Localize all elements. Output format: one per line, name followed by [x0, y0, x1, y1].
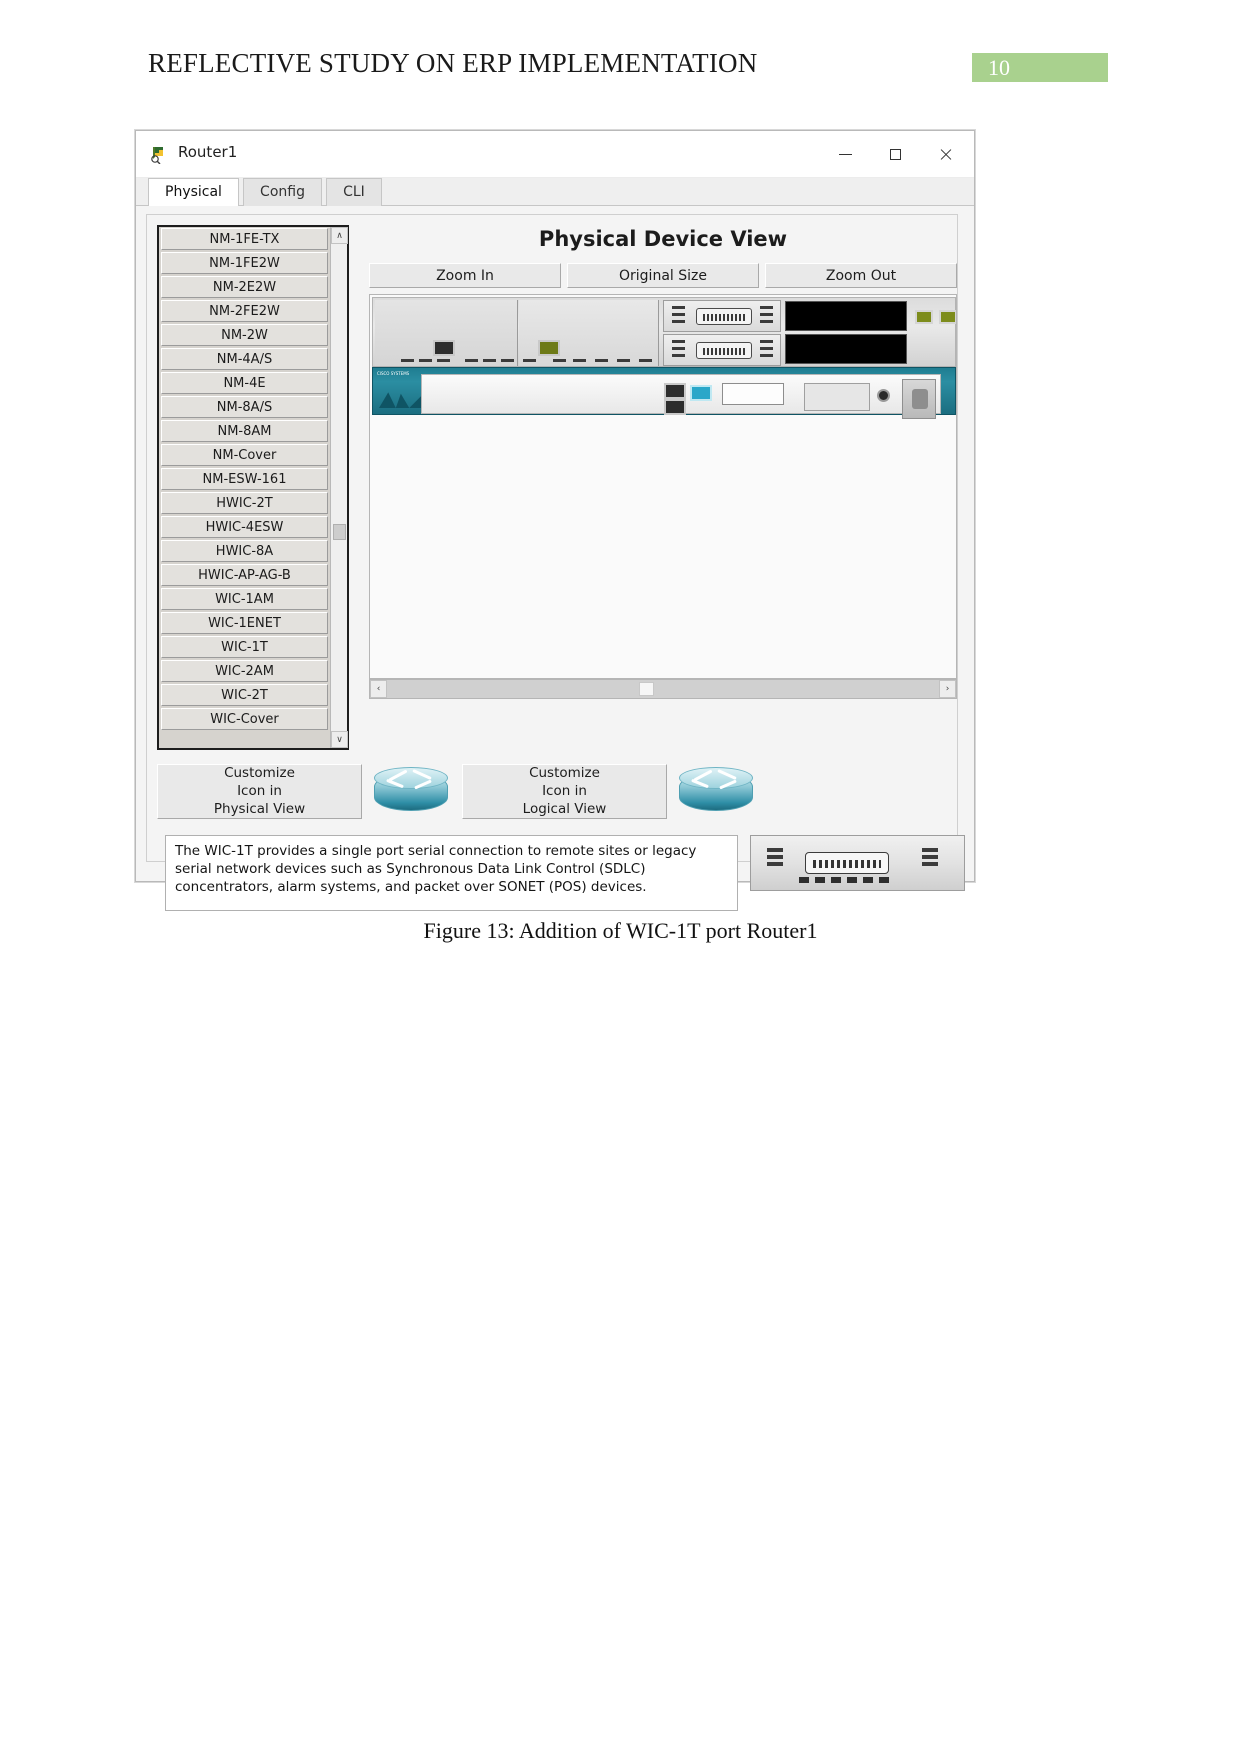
customize-icon-row: Customize Icon in Physical View Customiz… [157, 762, 949, 820]
window-title: Router1 [178, 143, 238, 161]
wic-module-slot-upper [663, 300, 781, 332]
module-item[interactable]: NM-2E2W [161, 276, 328, 298]
router-rear-chassis [372, 297, 956, 367]
module-item[interactable]: NM-2FE2W [161, 300, 328, 322]
module-item[interactable]: NM-2W [161, 324, 328, 346]
wic-module-slot-lower [663, 334, 781, 366]
router-front-face [421, 374, 941, 419]
router-icon-physical-preview[interactable] [372, 765, 452, 817]
customize-icon-physical-view-button[interactable]: Customize Icon in Physical View [157, 763, 362, 819]
module-item[interactable]: WIC-2T [161, 684, 328, 706]
router-front-panel: CISCO SYSTEMS [372, 367, 956, 419]
page-title: REFLECTIVE STUDY ON ERP IMPLEMENTATION [148, 48, 758, 78]
module-item[interactable]: HWIC-8A [161, 540, 328, 562]
cisco-logo-icon [379, 392, 421, 408]
router-device-icon [150, 144, 170, 165]
module-item[interactable]: NM-4E [161, 372, 328, 394]
customize-physical-line1: Customize [224, 764, 295, 781]
module-item[interactable]: NM-1FE-TX [161, 228, 328, 250]
ethernet-port-icon [538, 340, 560, 356]
router-slot-middle [519, 300, 659, 366]
rj45-port-icon [939, 310, 956, 324]
tab-bar: Physical Config CLI [136, 178, 974, 207]
original-size-button[interactable]: Original Size [567, 263, 759, 288]
ethernet-port-icon [433, 340, 455, 356]
module-item[interactable]: HWIC-AP-AG-B [161, 564, 328, 586]
document-header: REFLECTIVE STUDY ON ERP IMPLEMENTATION 1… [0, 0, 1241, 110]
customize-logical-line1: Customize [529, 764, 600, 781]
device-canvas-hscrollbar[interactable]: ‹ › [369, 679, 957, 699]
scroll-right-icon[interactable]: › [939, 680, 956, 698]
zoom-out-button[interactable]: Zoom Out [765, 263, 957, 288]
module-item[interactable]: WIC-2AM [161, 660, 328, 682]
window-titlebar: Router1 [136, 131, 974, 178]
device-view-title: Physical Device View [538, 227, 788, 251]
module-item[interactable]: WIC-1T [161, 636, 328, 658]
module-list-container: NM-1FE-TX NM-1FE2W NM-2E2W NM-2FE2W NM-2… [157, 225, 349, 750]
module-label-card [722, 383, 784, 405]
module-item[interactable]: NM-4A/S [161, 348, 328, 370]
customize-logical-line3: Logical View [522, 801, 607, 818]
console-port-icon [690, 385, 712, 401]
page-number-label: 10 [988, 55, 1010, 80]
module-list[interactable]: NM-1FE-TX NM-1FE2W NM-2E2W NM-2FE2W NM-2… [159, 227, 330, 748]
customize-physical-line3: Physical View [213, 801, 306, 818]
module-item[interactable]: WIC-1AM [161, 588, 328, 610]
physical-tab-panel: NM-1FE-TX NM-1FE2W NM-2E2W NM-2FE2W NM-2… [146, 214, 965, 911]
hscroll-thumb[interactable] [639, 682, 654, 696]
module-item[interactable]: WIC-Cover [161, 708, 328, 730]
customize-logical-line2: Icon in [542, 782, 587, 799]
scroll-up-icon[interactable]: ∧ [331, 227, 348, 244]
zoom-in-button[interactable]: Zoom In [369, 263, 561, 288]
description-row: The WIC-1T provides a single port serial… [165, 835, 971, 913]
router-device-window: Router1 Physical Config CLI NM-1FE-TX NM… [135, 130, 975, 911]
hscroll-track[interactable] [387, 680, 939, 698]
ethernet-port-icon [664, 383, 686, 399]
device-image-canvas[interactable]: CISCO SYSTEMS [369, 294, 957, 679]
maximize-icon[interactable] [872, 131, 918, 177]
page-number-badge: 10 [972, 53, 1108, 82]
empty-bay [785, 301, 907, 331]
module-item[interactable]: NM-8A/S [161, 396, 328, 418]
tab-physical[interactable]: Physical [148, 178, 239, 207]
cisco-brand-mark: CISCO SYSTEMS [377, 371, 410, 376]
scroll-down-icon[interactable]: ∨ [331, 731, 348, 748]
tab-cli[interactable]: CLI [326, 178, 382, 206]
scrollbar-thumb[interactable] [333, 524, 346, 540]
zoom-button-row: Zoom In Original Size Zoom Out [369, 263, 957, 288]
module-item[interactable]: NM-ESW-161 [161, 468, 328, 490]
module-item[interactable]: HWIC-2T [161, 492, 328, 514]
window-body: NM-1FE-TX NM-1FE2W NM-2E2W NM-2FE2W NM-2… [136, 206, 974, 911]
power-supply-block [804, 383, 870, 411]
router-rear-panel-image: CISCO SYSTEMS [372, 297, 956, 419]
tab-config[interactable]: Config [243, 178, 322, 206]
router-icon-logical-preview[interactable] [677, 765, 757, 817]
ethernet-port-icon [664, 399, 686, 415]
module-item[interactable]: WIC-1ENET [161, 612, 328, 634]
close-icon[interactable] [922, 131, 968, 177]
module-list-scrollbar[interactable]: ∧ ∨ [330, 227, 348, 748]
wic-1t-module-image [750, 835, 965, 891]
router-slot-left [375, 300, 518, 366]
module-item[interactable]: NM-1FE2W [161, 252, 328, 274]
rj45-port-icon [915, 310, 933, 324]
customize-icon-logical-view-button[interactable]: Customize Icon in Logical View [462, 763, 667, 819]
minimize-icon[interactable] [822, 131, 868, 177]
figure-caption: Figure 13: Addition of WIC-1T port Route… [423, 918, 818, 943]
module-item[interactable]: HWIC-4ESW [161, 516, 328, 538]
power-switch-icon [877, 389, 890, 402]
module-description-text: The WIC-1T provides a single port serial… [165, 835, 738, 911]
scroll-left-icon[interactable]: ‹ [370, 680, 387, 698]
module-item[interactable]: NM-Cover [161, 444, 328, 466]
power-connector-icon [902, 379, 936, 419]
module-item[interactable]: NM-8AM [161, 420, 328, 442]
customize-physical-line2: Icon in [237, 782, 282, 799]
empty-bay [785, 334, 907, 364]
